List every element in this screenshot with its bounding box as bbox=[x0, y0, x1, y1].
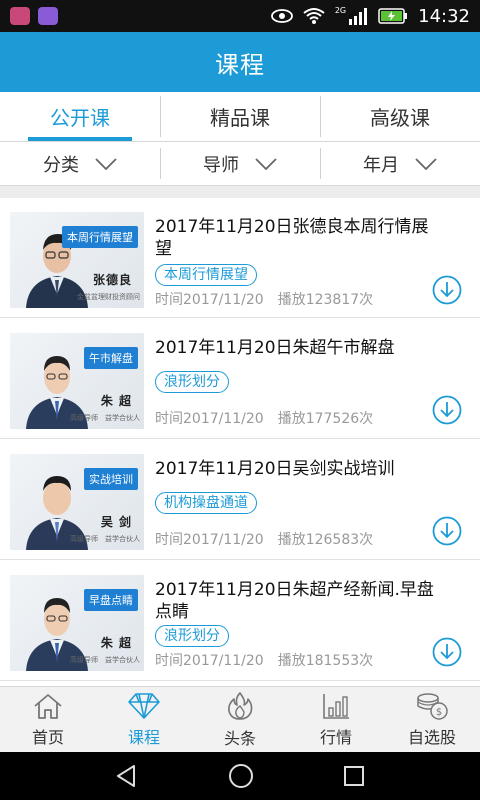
nav-market[interactable]: 行情 bbox=[288, 687, 384, 752]
notification-gallery-icon bbox=[38, 7, 58, 25]
network-type: 2G bbox=[334, 5, 347, 15]
course-plays: 播放177526次 bbox=[277, 411, 374, 427]
course-thumbnail: 本周行情展望 张德良 金盆盆理财投资顾问 bbox=[10, 212, 144, 308]
bottom-navigation: 首页 课程 头条 行情 $ 自选股 bbox=[0, 686, 480, 752]
nav-headlines[interactable]: 头条 bbox=[192, 687, 288, 752]
tab-label: 精品课 bbox=[210, 106, 270, 130]
course-thumbnail: 实战培训 吴 剑 高级导师 益学合伙人 bbox=[10, 454, 144, 550]
thumbnail-instructor-title: 高级导师 益学合伙人 bbox=[70, 535, 140, 543]
battery-icon bbox=[378, 8, 408, 24]
nav-courses[interactable]: 课程 bbox=[96, 687, 192, 752]
course-item[interactable]: 本周行情展望 张德良 金盆盆理财投资顾问 2017年11月20日张德良本周行情展… bbox=[0, 198, 480, 318]
tab-label: 高级课 bbox=[370, 106, 430, 130]
thumbnail-instructor-name: 朱 超 bbox=[100, 394, 132, 408]
flame-icon bbox=[228, 691, 253, 720]
eye-icon bbox=[270, 9, 293, 23]
chevron-down-icon bbox=[415, 157, 437, 170]
course-meta: 时间2017/11/20 播放126583次 bbox=[155, 529, 373, 549]
thumbnail-instructor-title: 高级导师 益学合伙人 bbox=[70, 414, 140, 422]
tab-premium-course[interactable]: 精品课 bbox=[160, 92, 320, 141]
course-title: 2017年11月20日吴剑实战培训 bbox=[155, 459, 395, 479]
system-navigation-bar bbox=[0, 752, 480, 800]
course-tag-badge[interactable]: 机构操盘通道 bbox=[155, 492, 257, 514]
course-item[interactable]: 早盘点睛 朱 超 高级导师 益学合伙人 2017年11月20日朱超产经新闻.早盘… bbox=[0, 561, 480, 681]
recents-icon[interactable] bbox=[342, 764, 366, 788]
thumbnail-instructor-title: 金盆盆理财投资顾问 bbox=[77, 293, 140, 301]
bar-chart-icon bbox=[323, 693, 349, 719]
nav-watchlist[interactable]: $ 自选股 bbox=[384, 687, 480, 752]
home-icon bbox=[34, 693, 62, 719]
download-icon[interactable] bbox=[432, 395, 462, 425]
thumbnail-instructor-name: 吴 剑 bbox=[100, 515, 132, 529]
svg-text:$: $ bbox=[436, 707, 442, 718]
course-time: 时间2017/11/20 bbox=[155, 411, 264, 427]
filter-month[interactable]: 年月 bbox=[320, 142, 480, 185]
course-title: 2017年11月20日朱超产经新闻.早盘点睛 bbox=[155, 580, 434, 622]
course-plays: 播放123817次 bbox=[277, 292, 374, 308]
tab-advanced-course[interactable]: 高级课 bbox=[320, 92, 480, 141]
course-meta: 时间2017/11/20 播放123817次 bbox=[155, 289, 373, 309]
nav-label: 自选股 bbox=[407, 727, 456, 747]
filter-label: 年月 bbox=[363, 154, 399, 176]
home-circle-icon[interactable] bbox=[228, 763, 254, 789]
course-plays: 播放181553次 bbox=[277, 653, 374, 669]
course-item[interactable]: 午市解盘 朱 超 高级导师 益学合伙人 2017年11月20日朱超午市解盘 浪形… bbox=[0, 319, 480, 439]
course-list: 本周行情展望 张德良 金盆盆理财投资顾问 2017年11月20日张德良本周行情展… bbox=[0, 198, 480, 686]
filter-label: 导师 bbox=[203, 154, 239, 176]
wifi-icon bbox=[303, 8, 325, 24]
tab-public-course[interactable]: 公开课 bbox=[0, 92, 160, 141]
nav-label: 行情 bbox=[319, 727, 352, 747]
filter-label: 分类 bbox=[43, 154, 79, 176]
thumbnail-instructor-name: 朱 超 bbox=[100, 636, 132, 650]
nav-label: 课程 bbox=[127, 727, 160, 747]
clock: 14:32 bbox=[418, 5, 470, 27]
filter-category[interactable]: 分类 bbox=[0, 142, 160, 185]
course-thumbnail: 早盘点睛 朱 超 高级导师 益学合伙人 bbox=[10, 575, 144, 671]
thumbnail-instructor-name: 张德良 bbox=[92, 273, 132, 287]
nav-label: 头条 bbox=[223, 728, 256, 748]
thumbnail-tag: 早盘点睛 bbox=[84, 589, 138, 611]
tab-label: 公开课 bbox=[50, 106, 110, 130]
download-icon[interactable] bbox=[432, 637, 462, 667]
nav-home[interactable]: 首页 bbox=[0, 687, 96, 752]
course-tag-badge[interactable]: 浪形划分 bbox=[155, 371, 229, 393]
thumbnail-tag: 午市解盘 bbox=[84, 347, 138, 369]
coins-icon: $ bbox=[417, 692, 448, 720]
back-icon[interactable] bbox=[114, 763, 140, 789]
thumbnail-tag: 本周行情展望 bbox=[62, 226, 138, 248]
course-plays: 播放126583次 bbox=[277, 532, 374, 548]
course-thumbnail: 午市解盘 朱 超 高级导师 益学合伙人 bbox=[10, 333, 144, 429]
course-meta: 时间2017/11/20 播放181553次 bbox=[155, 650, 373, 670]
notification-app-icon bbox=[10, 7, 30, 25]
nav-label: 首页 bbox=[31, 727, 64, 747]
course-meta: 时间2017/11/20 播放177526次 bbox=[155, 408, 373, 428]
course-item[interactable]: 实战培训 吴 剑 高级导师 益学合伙人 2017年11月20日吴剑实战培训 机构… bbox=[0, 440, 480, 560]
course-time: 时间2017/11/20 bbox=[155, 532, 264, 548]
course-title: 2017年11月20日张德良本周行情展望 bbox=[155, 217, 429, 259]
chevron-down-icon bbox=[255, 157, 277, 170]
diamond-icon bbox=[128, 692, 160, 719]
course-time: 时间2017/11/20 bbox=[155, 292, 264, 308]
page-header: 课程 bbox=[0, 32, 480, 92]
filter-mentor[interactable]: 导师 bbox=[160, 142, 320, 185]
thumbnail-instructor-title: 高级导师 益学合伙人 bbox=[70, 656, 140, 664]
course-tag-badge[interactable]: 浪形划分 bbox=[155, 625, 229, 647]
course-title: 2017年11月20日朱超午市解盘 bbox=[155, 338, 395, 358]
course-time: 时间2017/11/20 bbox=[155, 653, 264, 669]
signal-icon bbox=[349, 8, 368, 25]
download-icon[interactable] bbox=[432, 275, 462, 305]
thumbnail-tag: 实战培训 bbox=[84, 468, 138, 490]
course-tabs: 公开课 精品课 高级课 bbox=[0, 92, 480, 142]
status-bar: 2G 14:32 bbox=[0, 0, 480, 32]
course-tag-badge[interactable]: 本周行情展望 bbox=[155, 264, 257, 286]
download-icon[interactable] bbox=[432, 516, 462, 546]
filter-bar: 分类 导师 年月 bbox=[0, 142, 480, 186]
chevron-down-icon bbox=[95, 157, 117, 170]
page-title: 课程 bbox=[215, 50, 265, 79]
